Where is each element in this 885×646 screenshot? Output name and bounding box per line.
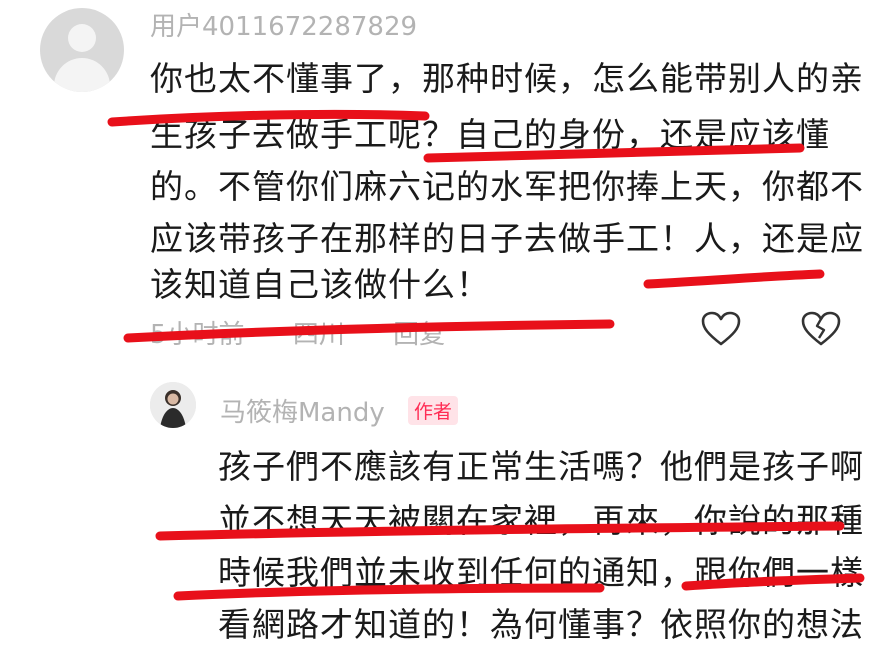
avatar[interactable] (40, 8, 124, 92)
reply-text-line: 時候我們並未收到任何的通知，跟你們一樣 (218, 553, 864, 592)
comment-location: 四川 (292, 320, 345, 350)
red-underline (643, 269, 825, 289)
comment-text-line: 该知道自己该做什么！ (150, 265, 490, 304)
broken-heart-icon[interactable] (800, 310, 842, 348)
comment-time: 5小时前 (150, 320, 245, 350)
comment-text-line: 应该带孩子在那样的日子去做手工！人，还是应 (150, 219, 864, 258)
reply-button[interactable]: 回复 (393, 320, 445, 350)
comment-text-line: 你也太不懂事了，那种时候，怎么能带别人的亲 (150, 59, 864, 98)
reply-text-line: 看網路才知道的！為何懂事？依照你的想法 (218, 605, 864, 644)
author-badge: 作者 (408, 396, 459, 425)
reply-username[interactable]: 马筱梅Mandy (220, 392, 385, 429)
reply-text-line: 並不想天天被關在家裡，再來，你說的那種 (218, 501, 864, 540)
comment-text-line: 生孩子去做手工呢？自己的身份，还是应该懂 (150, 115, 830, 154)
comment-username[interactable]: 用户4011672287829 (150, 6, 417, 43)
heart-outline-icon[interactable] (700, 310, 742, 348)
comment-meta: 5小时前 四川 回复 (150, 314, 485, 351)
author-avatar[interactable] (150, 382, 196, 428)
reply-text-line: 孩子們不應該有正常生活嗎？他們是孩子啊 (218, 447, 864, 486)
comment-text-line: 的。不管你们麻六记的水军把你捧上天，你都不 (150, 167, 864, 206)
